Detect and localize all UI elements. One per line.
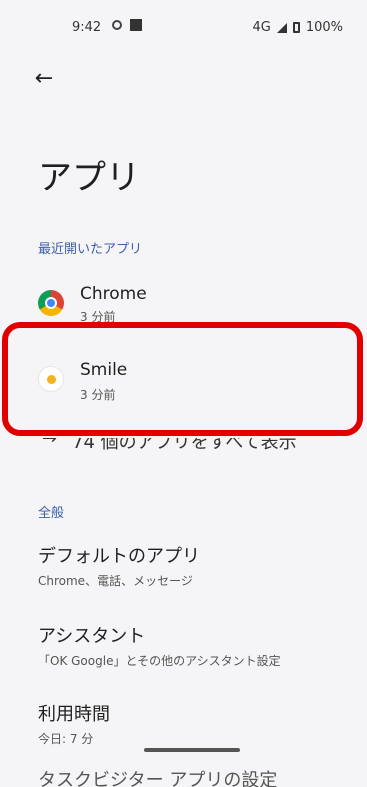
app-name: Chrome xyxy=(80,284,147,304)
setting-default-apps[interactable]: デフォルトのアプリ Chrome、電話、メッセージ xyxy=(0,542,367,592)
recent-app-smile[interactable]: Smile 3 分前 xyxy=(0,352,367,412)
general-header: 全般 xyxy=(38,506,65,521)
arrow-right-icon: → xyxy=(42,438,58,449)
status-bar: 9:42 4G 100% xyxy=(0,0,367,56)
setting-title: デフォルトのアプリ xyxy=(38,546,200,567)
chrome-icon xyxy=(38,290,64,316)
setting-title: アシスタント xyxy=(38,626,146,647)
setting-subtitle: Chrome、電話、メッセージ xyxy=(38,574,193,588)
setting-assistant[interactable]: アシスタント 「OK Google」とその他のアシスタント設定 xyxy=(0,622,367,672)
partial-setting-item[interactable]: タスクビジター アプリの設定 xyxy=(38,768,338,787)
app-name: Smile xyxy=(80,360,128,380)
signal-icon xyxy=(276,22,287,33)
app-last-opened: 3 分前 xyxy=(80,388,116,402)
setting-subtitle: 「OK Google」とその他のアシスタント設定 xyxy=(38,654,281,668)
status-left-icons xyxy=(112,19,142,31)
notification-square-icon xyxy=(130,19,142,31)
network-label: 4G xyxy=(252,20,271,35)
smile-app-icon xyxy=(38,366,64,392)
arrow-left-icon: ← xyxy=(34,65,54,91)
recent-apps-header: 最近開いたアプリ xyxy=(38,242,143,257)
setting-subtitle: 今日: 7 分 xyxy=(38,732,94,746)
see-all-apps-link[interactable]: → 74 個のアプリをすべて表示 xyxy=(0,438,367,460)
battery-level: 100% xyxy=(305,20,343,35)
back-button[interactable]: ← xyxy=(28,62,60,94)
recent-app-chrome[interactable]: Chrome 3 分前 xyxy=(0,280,367,324)
status-time: 9:42 xyxy=(72,20,102,35)
gesture-navigation-bar[interactable] xyxy=(144,748,240,752)
status-right: 4G 100% xyxy=(252,20,343,35)
settings-dot-icon xyxy=(112,20,122,30)
page-title: アプリ xyxy=(38,158,140,198)
see-all-label: 74 個のアプリをすべて表示 xyxy=(72,438,297,453)
setting-title: 利用時間 xyxy=(38,704,110,725)
partial-setting-label: タスクビジター アプリの設定 xyxy=(38,770,278,787)
battery-icon xyxy=(292,22,300,33)
setting-screen-time[interactable]: 利用時間 今日: 7 分 xyxy=(0,700,367,750)
